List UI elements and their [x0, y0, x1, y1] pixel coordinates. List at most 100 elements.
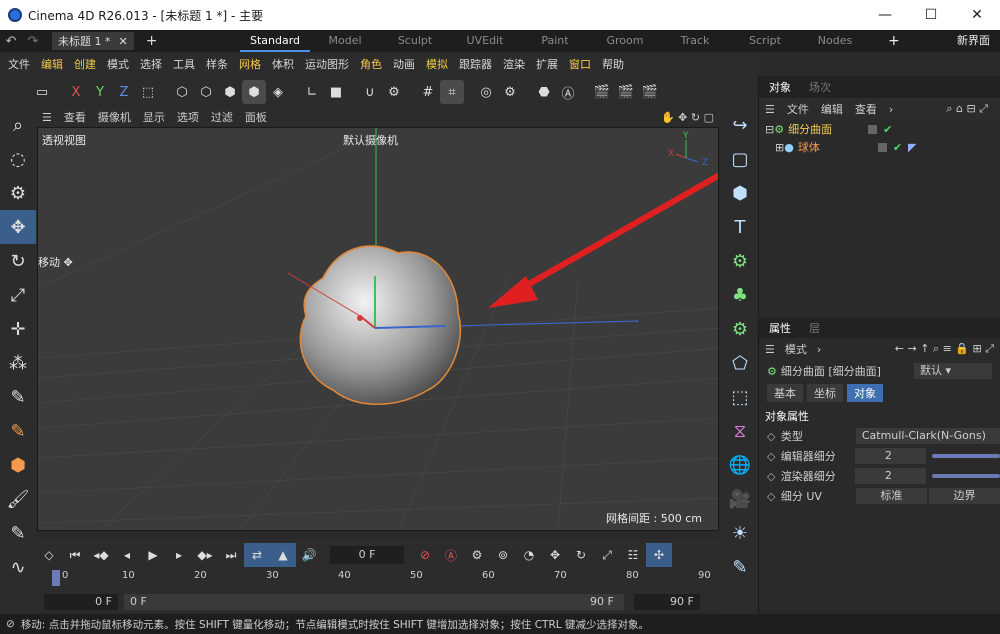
object-name[interactable]: 细分曲面 — [788, 121, 864, 137]
tab-model[interactable]: Model — [310, 30, 380, 52]
timeline-ruler[interactable]: 0 10 20 30 40 50 60 70 80 90 — [36, 570, 722, 592]
keyframe-diamond-icon[interactable]: ◇ — [36, 543, 62, 567]
tab-standard[interactable]: Standard — [240, 30, 310, 52]
undo-icon[interactable]: ↶ — [0, 34, 22, 49]
square-primitive-icon[interactable]: ▢ — [722, 142, 758, 176]
render-subdivision-input[interactable]: 2 — [854, 468, 926, 484]
param-key-icon[interactable]: ☷ — [620, 543, 646, 567]
point-level-icon[interactable]: ✣ — [646, 543, 672, 567]
viewport-menu-panel[interactable]: 面板 — [245, 109, 267, 125]
x-axis-lock-icon[interactable]: X — [64, 80, 88, 104]
visibility-toggle[interactable] — [868, 124, 878, 134]
viewport-menu-display[interactable]: 显示 — [143, 109, 165, 125]
brush-icon[interactable]: 🖌 — [0, 482, 36, 516]
document-tab[interactable]: 未标题 1 * ✕ — [52, 32, 134, 50]
editor-subdivision-input[interactable]: 2 — [854, 448, 926, 464]
workplane-grid-icon[interactable]: ⌗ — [440, 80, 464, 104]
om-toolbar-icons[interactable]: ⌕ ⌂ ⊟ ⤢ — [946, 102, 988, 116]
playback-rate-icon[interactable]: ▲ — [270, 543, 296, 567]
goto-end-icon[interactable]: ⏭ — [218, 543, 244, 567]
maximize-button[interactable]: ☐ — [908, 0, 954, 30]
menu-tools[interactable]: 工具 — [173, 56, 195, 72]
menu-tracker[interactable]: 跟踪器 — [459, 56, 492, 72]
cloner-icon[interactable]: ♣ — [722, 278, 758, 312]
object-row-sphere[interactable]: ⊞ ● 球体 ✔ ◤ — [759, 138, 1000, 156]
solo-icon[interactable]: ■ — [324, 80, 348, 104]
bend-deformer-icon[interactable]: ⬠ — [722, 346, 758, 380]
lighting-icon[interactable]: ◎ — [474, 80, 498, 104]
keyframe-diamond-icon[interactable]: ◇ — [767, 430, 777, 443]
subtab-basic[interactable]: 基本 — [767, 384, 803, 402]
text-spline-icon[interactable]: T — [722, 210, 758, 244]
render-queue-icon[interactable]: 🎬 — [638, 80, 662, 104]
viewport-menu-options[interactable]: 选项 — [177, 109, 199, 125]
object-row-subdivision[interactable]: ⊟ ⚙ 细分曲面 ✔ — [759, 120, 1000, 138]
sound-icon[interactable]: 🔊 — [296, 543, 322, 567]
camera-object-icon[interactable]: 🎥 — [722, 482, 758, 516]
next-key-icon[interactable]: ◆▸ — [192, 543, 218, 567]
tab-script[interactable]: Script — [730, 30, 800, 52]
render-settings-icon[interactable]: ⚙ — [498, 80, 522, 104]
generator-icon[interactable]: ⚙ — [722, 244, 758, 278]
tag-icon[interactable]: ◤ — [908, 141, 916, 154]
perspective-viewport[interactable]: Y X Z 透视视图 默认摄像机 网格间距 : 500 cm — [37, 127, 719, 531]
close-button[interactable]: ✕ — [954, 0, 1000, 30]
selection-tools-icon[interactable]: ⚙ — [0, 176, 36, 210]
tab-objects[interactable]: 对象 — [769, 79, 791, 95]
field-icon[interactable]: ⧖ — [722, 414, 758, 448]
menu-character[interactable]: 角色 — [360, 56, 382, 72]
editor-subdivision-slider[interactable] — [931, 454, 1000, 458]
record-icon[interactable]: ⊘ — [412, 543, 438, 567]
om-menu-edit[interactable]: 编辑 — [821, 101, 843, 117]
menu-volume[interactable]: 体积 — [272, 56, 294, 72]
new-document-icon[interactable]: + — [146, 33, 158, 49]
tab-groom[interactable]: Groom — [590, 30, 660, 52]
polygons-mode-icon[interactable]: ⬢ — [218, 80, 242, 104]
scale-key-icon[interactable]: ⤢ — [594, 543, 620, 567]
attributes-menu-icon[interactable]: ☰ — [765, 343, 775, 356]
spline-tools-icon[interactable]: ✎ — [0, 414, 36, 448]
transform-icon[interactable]: ✛ — [0, 312, 36, 346]
menu-render[interactable]: 渲染 — [503, 56, 525, 72]
type-dropdown[interactable]: Catmull-Clark(N-Gons) — [855, 428, 1000, 444]
viewport-nav-icons[interactable]: ✋ ✥ ↻ ▢ — [661, 111, 714, 124]
object-name[interactable]: 球体 — [798, 139, 874, 155]
sphere-rock-object[interactable] — [299, 245, 462, 405]
subtab-coord[interactable]: 坐标 — [807, 384, 843, 402]
search-icon[interactable]: ⌕ — [0, 108, 36, 142]
spline-icon[interactable]: ↪ — [722, 108, 758, 142]
render-picture-viewer-icon[interactable]: 🎬 — [614, 80, 638, 104]
menu-extensions[interactable]: 扩展 — [536, 56, 558, 72]
move-tool-icon[interactable]: ✥ — [0, 210, 36, 244]
z-axis-lock-icon[interactable]: Z — [112, 80, 136, 104]
spline-smooth-icon[interactable]: ∿ — [0, 550, 36, 584]
range-start-field[interactable]: 0 F — [44, 594, 118, 610]
mode-menu[interactable]: 模式 — [785, 341, 807, 357]
menu-mode[interactable]: 模式 — [107, 56, 129, 72]
subtab-object[interactable]: 对象 — [847, 384, 883, 402]
chevron-right-icon[interactable]: › — [889, 103, 893, 116]
tab-takes[interactable]: 场次 — [809, 79, 831, 95]
uv-mode-icon[interactable]: ◈ — [266, 80, 290, 104]
text-material-icon[interactable]: Ⓐ — [556, 80, 580, 104]
loop-icon[interactable]: ⇄ — [244, 543, 270, 567]
modeling-axis-icon[interactable]: ⁂ — [0, 346, 36, 380]
chevron-right-icon[interactable]: › — [817, 343, 821, 356]
scale-tool-icon[interactable]: ⤢ — [0, 278, 36, 312]
cube-primitive-icon[interactable]: ⬢ — [722, 176, 758, 210]
keyframe-diamond-icon[interactable]: ◇ — [767, 490, 777, 503]
next-frame-icon[interactable]: ▸ — [166, 543, 192, 567]
grid-icon[interactable]: # — [416, 80, 440, 104]
redo-icon[interactable]: ↷ — [22, 34, 44, 49]
play-icon[interactable]: ▶ — [140, 543, 166, 567]
environment-icon[interactable]: 🌐 — [722, 448, 758, 482]
light-object-icon[interactable]: ☀ — [722, 516, 758, 550]
tab-track[interactable]: Track — [660, 30, 730, 52]
coordinate-system-icon[interactable]: ⬚ — [136, 80, 160, 104]
tab-nodes[interactable]: Nodes — [800, 30, 870, 52]
spline-pen-icon[interactable]: ✎ — [0, 380, 36, 414]
preset-dropdown[interactable]: 默认 ▾ — [914, 363, 992, 379]
viewport-menu-camera[interactable]: 摄像机 — [98, 109, 131, 125]
uv-standard-option[interactable]: 标准 — [855, 488, 927, 504]
tab-paint[interactable]: Paint — [520, 30, 590, 52]
